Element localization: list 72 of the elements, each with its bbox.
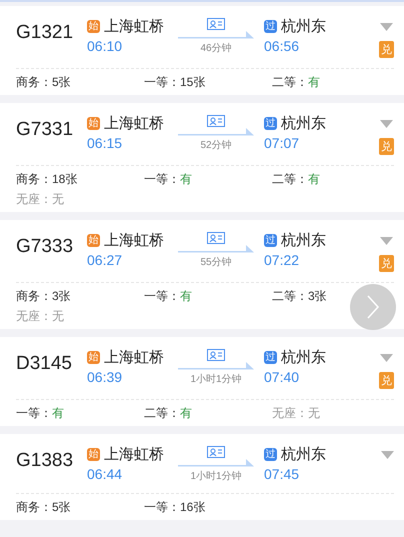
seat-availability: 一等：有 — [16, 405, 64, 421]
seat-availability: 二等：有 — [272, 74, 320, 90]
id-card-icon — [207, 349, 225, 361]
departure-time: 06:44 — [87, 466, 124, 482]
station-name: 杭州东 — [281, 17, 326, 36]
origin-badge: 始 — [87, 20, 100, 33]
next-button[interactable] — [350, 284, 396, 330]
departure-time: 06:39 — [87, 369, 124, 385]
seat-availability: 一等：有 — [144, 171, 192, 187]
dropdown-icon[interactable] — [380, 23, 393, 31]
station-name: 杭州东 — [281, 231, 326, 250]
passing-badge: 过 — [264, 234, 277, 247]
seat-availability: 二等：有 — [144, 405, 192, 421]
station-name: 上海虹桥 — [104, 114, 164, 133]
station-name: 杭州东 — [281, 445, 326, 464]
train-number: D3145 — [16, 352, 73, 375]
train-number: G7331 — [16, 118, 74, 141]
seat-availability: 二等：3张 — [272, 288, 327, 304]
origin-badge: 始 — [87, 448, 100, 461]
station-name: 杭州东 — [281, 348, 326, 367]
duration-text: 55分钟 — [200, 256, 232, 269]
arrival-time: 07:40 — [264, 369, 300, 385]
departure-time: 06:27 — [87, 252, 124, 268]
exchange-badge: 兑 — [379, 372, 394, 389]
arrival-time: 07:07 — [264, 135, 300, 151]
station-name: 上海虹桥 — [104, 348, 164, 367]
seat-availability: 无座：无 — [272, 405, 320, 421]
departure-time: 06:15 — [87, 135, 124, 151]
train-number: G1321 — [16, 21, 74, 44]
seat-availability: 一等：15张 — [144, 74, 206, 90]
passing-badge: 过 — [264, 117, 277, 130]
exchange-badge: 兑 — [379, 255, 394, 272]
seat-availability: 商务：18张 — [16, 171, 78, 187]
seat-availability: 一等：16张 — [144, 499, 206, 515]
dropdown-icon[interactable] — [381, 451, 394, 459]
arrival-time: 07:22 — [264, 252, 300, 268]
station-name: 上海虹桥 — [104, 445, 164, 464]
seat-availability: 商务：5张 — [16, 499, 71, 515]
departure-time: 06:10 — [87, 38, 124, 54]
seat-availability: 无座：无 — [16, 308, 64, 324]
id-card-icon — [207, 232, 225, 244]
dropdown-icon[interactable] — [380, 120, 393, 128]
train-number: G7333 — [16, 235, 74, 258]
dropdown-icon[interactable] — [380, 354, 393, 362]
passing-badge: 过 — [264, 351, 277, 364]
dropdown-icon[interactable] — [380, 237, 393, 245]
seat-availability: 商务：3张 — [16, 288, 71, 304]
id-card-icon — [207, 18, 225, 30]
origin-badge: 始 — [87, 351, 100, 364]
id-card-icon — [207, 446, 225, 458]
train-number: G1383 — [16, 449, 74, 472]
passing-badge: 过 — [264, 448, 277, 461]
seat-availability: 商务：5张 — [16, 74, 71, 90]
station-name: 上海虹桥 — [104, 231, 164, 250]
duration-text: 52分钟 — [200, 138, 232, 152]
station-name: 杭州东 — [281, 114, 326, 133]
duration-text: 1小时1分钟 — [190, 470, 242, 483]
origin-badge: 始 — [87, 117, 100, 130]
passing-badge: 过 — [264, 20, 277, 33]
exchange-badge: 兑 — [379, 138, 394, 155]
origin-badge: 始 — [87, 234, 100, 247]
exchange-badge: 兑 — [379, 41, 394, 58]
station-name: 上海虹桥 — [104, 17, 164, 36]
seat-availability: 无座：无 — [16, 191, 64, 207]
id-card-icon — [207, 115, 225, 127]
arrival-time: 06:56 — [264, 38, 300, 54]
seat-availability: 二等：有 — [272, 171, 320, 187]
seat-availability: 一等：有 — [144, 288, 192, 304]
duration-text: 46分钟 — [200, 42, 232, 55]
duration-text: 1小时1分钟 — [190, 372, 242, 386]
chevron-right-icon — [366, 294, 380, 320]
arrival-time: 07:45 — [264, 466, 300, 482]
